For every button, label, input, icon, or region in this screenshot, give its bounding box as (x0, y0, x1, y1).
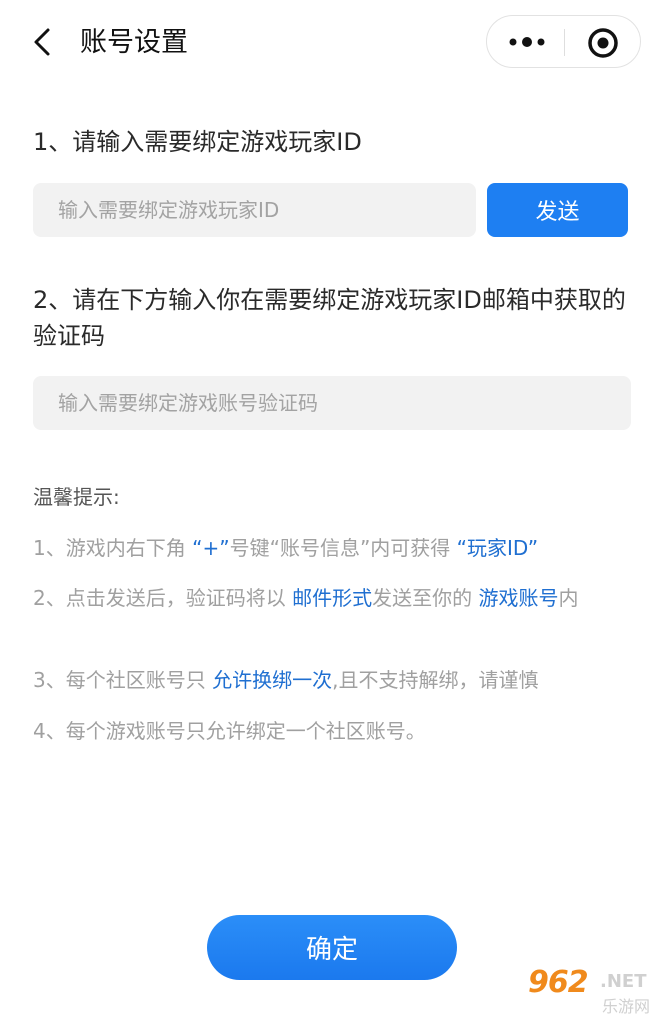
tip-highlight: “+” (192, 536, 230, 560)
miniprogram-capsule (486, 15, 641, 68)
tip-item: 4、每个游戏账号只允许绑定一个社区账号。 (33, 714, 633, 748)
tip-text: 内 (558, 586, 579, 610)
back-button[interactable] (26, 22, 62, 62)
close-miniprogram-button[interactable] (586, 26, 620, 60)
more-button[interactable] (501, 24, 553, 60)
tip-text: 2、点击发送后，验证码将以 (33, 586, 293, 610)
player-id-input[interactable] (33, 183, 476, 237)
tip-highlight: 允许换绑一次 (212, 668, 333, 692)
page-title: 账号设置 (80, 27, 188, 58)
tip-text: 号键“账号信息”内可获得 (229, 536, 457, 560)
target-circle-icon (588, 28, 618, 58)
watermark-number: 962 (528, 965, 589, 1000)
tip-highlight: 邮件形式 (292, 586, 373, 610)
navigation-bar: 账号设置 (0, 0, 664, 86)
site-watermark: 962 .NET 乐游网 (522, 965, 660, 1016)
confirm-button[interactable]: 确定 (207, 915, 457, 980)
more-dots-icon (509, 37, 545, 47)
tip-text: ,且不支持解绑，请谨慎 (332, 668, 539, 692)
tip-text: 1、游戏内右下角 (33, 536, 193, 560)
tip-item: 1、游戏内右下角 “+”号键“账号信息”内可获得 “玩家ID” (33, 531, 633, 565)
tips-title: 温馨提示: (33, 485, 120, 509)
step2-title: 2、请在下方输入你在需要绑定游戏玩家ID邮箱中获取的验证码 (33, 286, 626, 350)
tip-text: 3、每个社区账号只 (33, 668, 213, 692)
tip-text: 发送至你的 (372, 586, 479, 610)
step1-title: 1、请输入需要绑定游戏玩家ID (33, 128, 362, 156)
send-button[interactable]: 发送 (487, 183, 628, 237)
tip-item: 2、点击发送后，验证码将以 邮件形式发送至你的 游戏账号内 (33, 581, 633, 615)
watermark-site: 乐游网 (602, 997, 651, 1016)
tip-text: 4、每个游戏账号只允许绑定一个社区账号。 (33, 719, 426, 743)
verification-code-input[interactable] (33, 376, 631, 430)
tip-highlight: “玩家ID” (456, 536, 539, 560)
tip-highlight: 游戏账号 (478, 586, 559, 610)
chevron-left-icon (34, 28, 50, 56)
watermark-suffix: .NET (600, 971, 647, 992)
tip-item: 3、每个社区账号只 允许换绑一次,且不支持解绑，请谨慎 (33, 663, 633, 697)
capsule-divider (564, 29, 565, 56)
